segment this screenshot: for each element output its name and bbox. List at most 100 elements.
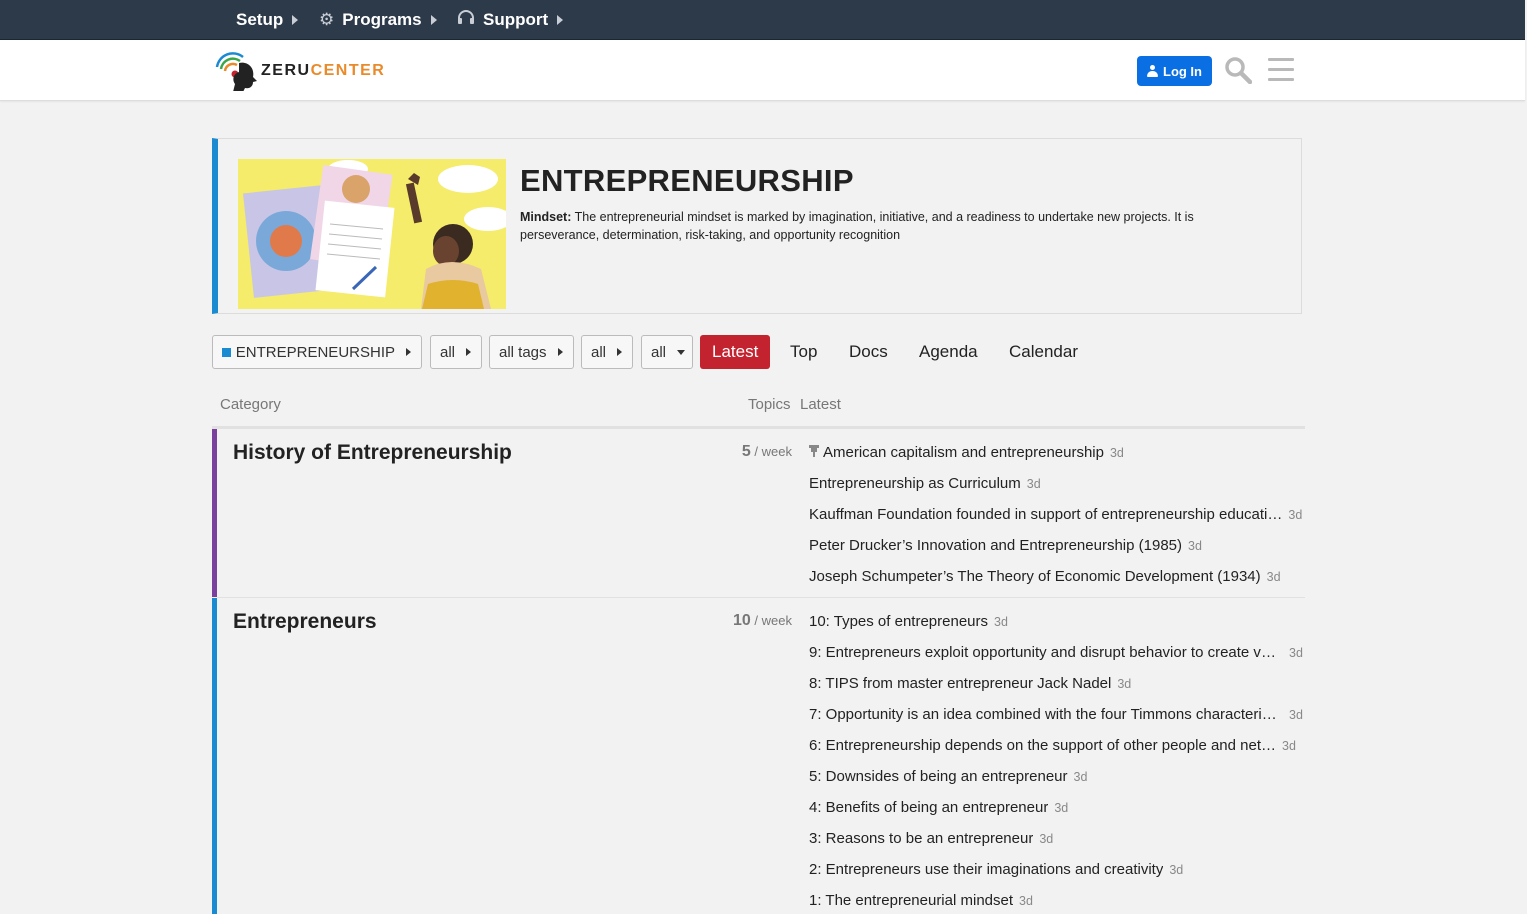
topic-link[interactable]: Kauffman Foundation founded in support o…: [809, 506, 1302, 523]
topic-age: 3d: [1039, 832, 1054, 846]
top-navigation-bar: Setup ⚙ Programs Support: [0, 0, 1525, 40]
topic-title[interactable]: 7: Opportunity is an idea combined with …: [809, 706, 1283, 723]
user-icon: [1147, 65, 1158, 77]
category-title: ENTREPRENEURSHIP: [520, 163, 854, 198]
topic-link[interactable]: Peter Drucker’s Innovation and Entrepren…: [809, 537, 1202, 554]
category-description: Mindset: The entrepreneurial mindset is …: [520, 210, 1194, 242]
topic-title[interactable]: 3: Reasons to be an entrepreneur: [809, 830, 1033, 847]
caret-right-icon: [466, 348, 472, 356]
caret-right-icon: [557, 348, 563, 356]
topic-link[interactable]: 10: Types of entrepreneurs 3d: [809, 613, 1008, 630]
topic-link[interactable]: 6: Entrepreneurship depends on the suppo…: [809, 737, 1296, 754]
topic-title[interactable]: 5: Downsides of being an entrepreneur: [809, 768, 1068, 785]
tab-calendar[interactable]: Calendar: [1009, 335, 1078, 369]
topic-title[interactable]: 1: The entrepreneurial mindset: [809, 892, 1013, 909]
topic-count: 5 / week: [741, 443, 792, 460]
logo-mark-icon: [215, 52, 257, 92]
topic-age: 3d: [1282, 739, 1296, 753]
category-dropdown-label: ENTREPRENEURSHIP: [235, 343, 395, 361]
topic-title[interactable]: 10: Types of entrepreneurs: [809, 613, 988, 630]
category-row: Entrepreneurs 10 / week: [212, 598, 792, 914]
headset-icon: [457, 9, 475, 31]
category-banner-image: [238, 159, 506, 309]
caret-right-icon: [406, 348, 411, 356]
category-banner: ENTREPRENEURSHIP Mindset: The entreprene…: [212, 138, 1302, 314]
topic-link[interactable]: 1: The entrepreneurial mindset 3d: [809, 892, 1033, 909]
nav-programs[interactable]: ⚙ Programs: [319, 0, 437, 40]
category-name[interactable]: Entrepreneurs: [233, 610, 377, 634]
caret-right-icon: [292, 15, 299, 25]
topic-title[interactable]: 9: Entrepreneurs exploit opportunity and…: [809, 644, 1283, 661]
topic-age: 3d: [1266, 570, 1281, 584]
topic-title[interactable]: 2: Entrepreneurs use their imaginations …: [809, 861, 1163, 878]
tags-dropdown[interactable]: all tags: [489, 335, 574, 369]
search-icon[interactable]: [1224, 56, 1253, 85]
site-logo[interactable]: ZERUCENTER: [213, 49, 393, 92]
topic-title[interactable]: Joseph Schumpeter’s The Theory of Econom…: [809, 568, 1261, 585]
subcategory-dropdown-label: all: [440, 343, 456, 361]
topic-link[interactable]: 7: Opportunity is an idea combined with …: [809, 706, 1303, 723]
caret-right-icon: [557, 15, 564, 25]
tab-top[interactable]: Top: [790, 335, 817, 369]
topic-title[interactable]: Kauffman Foundation founded in support o…: [809, 506, 1282, 523]
header-category[interactable]: Category: [220, 396, 281, 413]
topic-title[interactable]: American capitalism and entrepreneurship: [823, 444, 1104, 461]
pin-icon: [809, 445, 819, 457]
subcategory-dropdown[interactable]: all: [430, 335, 482, 369]
nav-setup-label: Setup: [236, 10, 284, 29]
caret-down-icon: [677, 349, 686, 355]
period-dropdown[interactable]: all: [581, 335, 633, 369]
topic-title[interactable]: 8: TIPS from master entrepreneur Jack Na…: [809, 675, 1111, 692]
caret-right-icon: [430, 15, 437, 25]
period-dropdown-label: all: [591, 343, 607, 361]
tab-docs[interactable]: Docs: [849, 335, 888, 369]
topic-age: 3d: [1169, 863, 1184, 877]
topic-age: 3d: [1109, 446, 1124, 460]
topic-age: 3d: [1289, 646, 1303, 660]
topic-link[interactable]: 3: Reasons to be an entrepreneur 3d: [809, 830, 1053, 847]
topic-age: 3d: [1054, 801, 1069, 815]
topic-age: 3d: [1289, 708, 1303, 722]
logo-wordmark: ZERUCENTER: [261, 62, 386, 79]
site-header: ZERUCENTER Log In: [0, 40, 1525, 101]
nav-programs-label: Programs: [342, 10, 422, 29]
topic-link[interactable]: 2: Entrepreneurs use their imaginations …: [809, 861, 1183, 878]
topic-age: 3d: [1288, 508, 1303, 522]
topic-count: 10 / week: [733, 612, 792, 629]
tags-dropdown-label: all tags: [499, 343, 547, 361]
topic-link[interactable]: 8: TIPS from master entrepreneur Jack Na…: [809, 675, 1131, 692]
topic-age: 3d: [1188, 539, 1202, 553]
topic-link[interactable]: American capitalism and entrepreneurship…: [809, 444, 1124, 461]
topic-link[interactable]: Entrepreneurship as Curriculum 3d: [809, 475, 1041, 492]
topic-age: 3d: [994, 615, 1008, 629]
login-button[interactable]: Log In: [1137, 56, 1212, 86]
status-dropdown[interactable]: all: [641, 335, 693, 369]
tab-agenda[interactable]: Agenda: [919, 335, 978, 369]
topic-link[interactable]: 4: Benefits of being an entrepreneur 3d: [809, 799, 1068, 816]
category-color-badge: [222, 347, 231, 357]
topic-link[interactable]: 9: Entrepreneurs exploit opportunity and…: [809, 644, 1303, 661]
topic-link[interactable]: Joseph Schumpeter’s The Theory of Econom…: [809, 568, 1281, 585]
topic-age: 3d: [1073, 770, 1088, 784]
category-row: History of Entrepreneurship 5 / week: [212, 429, 792, 597]
caret-right-icon: [617, 348, 623, 356]
hamburger-menu-icon[interactable]: [1268, 58, 1294, 82]
topic-link[interactable]: 5: Downsides of being an entrepreneur 3d: [809, 768, 1087, 785]
category-name[interactable]: History of Entrepreneurship: [233, 441, 512, 465]
topic-title[interactable]: Entrepreneurship as Curriculum: [809, 475, 1021, 492]
header-topics[interactable]: Topics: [748, 396, 791, 413]
topic-age: 3d: [1026, 477, 1041, 491]
topic-title[interactable]: Peter Drucker’s Innovation and Entrepren…: [809, 537, 1182, 554]
topic-age: 3d: [1117, 677, 1132, 691]
status-dropdown-label: all: [651, 343, 667, 361]
topic-age: 3d: [1019, 894, 1033, 908]
topic-title[interactable]: 4: Benefits of being an entrepreneur: [809, 799, 1048, 816]
category-dropdown[interactable]: ENTREPRENEURSHIP: [212, 335, 422, 369]
tab-latest[interactable]: Latest: [700, 335, 771, 369]
nav-support[interactable]: Support: [457, 0, 564, 40]
topic-title[interactable]: 6: Entrepreneurship depends on the suppo…: [809, 737, 1276, 754]
nav-setup[interactable]: Setup: [236, 0, 299, 40]
nav-support-label: Support: [483, 10, 549, 29]
header-latest[interactable]: Latest: [800, 396, 841, 413]
gear-icon: ⚙: [319, 10, 335, 29]
